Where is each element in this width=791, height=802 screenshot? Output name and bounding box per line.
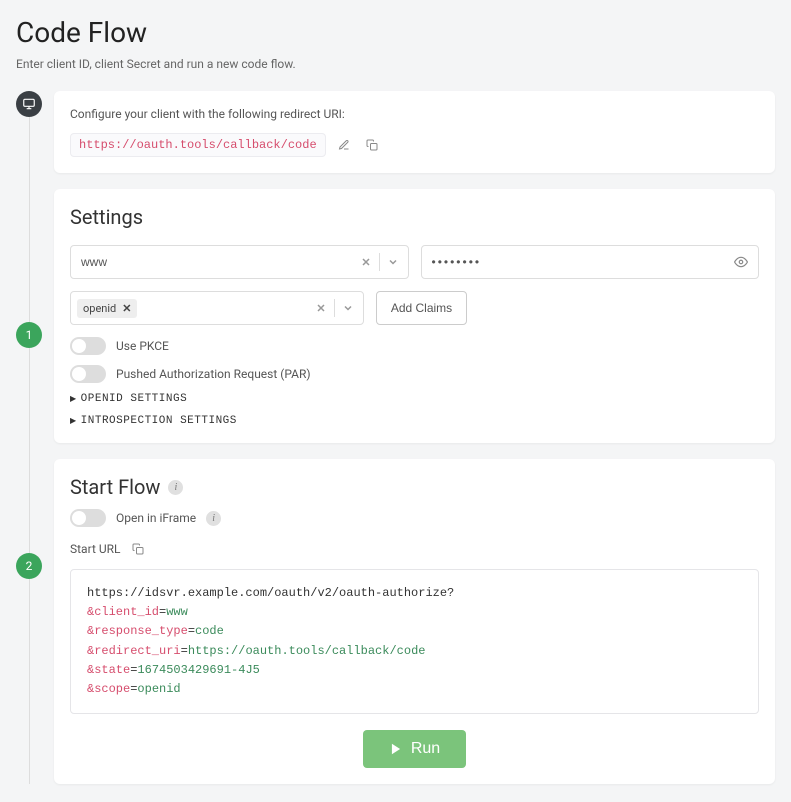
client-secret-field[interactable] (421, 245, 760, 279)
triangle-icon: ▶ (70, 416, 77, 426)
toggle-par-label: Pushed Authorization Request (PAR) (116, 367, 311, 381)
edit-icon[interactable] (334, 135, 354, 155)
client-id-input[interactable] (77, 255, 357, 269)
card-settings: Settings (54, 189, 775, 443)
step-badge-config (16, 91, 42, 117)
eye-icon[interactable] (734, 255, 752, 269)
toggle-par[interactable] (70, 365, 106, 383)
info-icon[interactable]: i (206, 511, 221, 526)
redirect-uri-value: https://oauth.tools/callback/code (70, 133, 326, 157)
toggle-pkce[interactable] (70, 337, 106, 355)
toggle-pkce-label: Use PKCE (116, 339, 169, 353)
configure-hint: Configure your client with the following… (70, 107, 759, 121)
copy-icon[interactable] (362, 135, 382, 155)
page-title: Code Flow (16, 16, 775, 49)
triangle-icon: ▶ (70, 394, 77, 404)
start-url-code: https://idsvr.example.com/oauth/v2/oauth… (70, 569, 759, 714)
scope-select[interactable]: openid ✕ (70, 291, 364, 325)
toggle-iframe-label: Open in iFrame (116, 511, 196, 525)
client-secret-input[interactable] (428, 255, 735, 269)
page-subtitle: Enter client ID, client Secret and run a… (16, 57, 775, 71)
client-id-select[interactable] (70, 245, 409, 279)
remove-tag-icon[interactable]: ✕ (122, 302, 131, 315)
card-start-flow: Start Flow i Open in iFrame i Start URL … (54, 459, 775, 784)
clear-icon[interactable] (357, 253, 375, 271)
expander-introspection-label: INTROSPECTION SETTINGS (81, 415, 237, 427)
chevron-down-icon[interactable] (339, 299, 357, 317)
expander-openid-label: OPENID SETTINGS (81, 393, 188, 405)
settings-title: Settings (70, 205, 759, 229)
copy-icon[interactable] (128, 539, 148, 559)
step-badge-2: 2 (16, 553, 42, 579)
run-button-label: Run (411, 740, 440, 758)
step-badge-1: 1 (16, 322, 42, 348)
monitor-icon (22, 97, 36, 111)
card-configure: Configure your client with the following… (54, 91, 775, 173)
scope-tag-label: openid (83, 302, 116, 315)
add-claims-button[interactable]: Add Claims (376, 291, 467, 325)
expander-introspection[interactable]: ▶ INTROSPECTION SETTINGS (70, 415, 759, 427)
expander-openid[interactable]: ▶ OPENID SETTINGS (70, 393, 759, 405)
clear-icon[interactable] (312, 299, 330, 317)
chevron-down-icon[interactable] (384, 253, 402, 271)
start-flow-title: Start Flow (70, 475, 160, 499)
run-button[interactable]: Run (363, 730, 466, 768)
start-url-label: Start URL (70, 542, 120, 556)
info-icon[interactable]: i (168, 480, 183, 495)
step-rail: 1 2 (16, 91, 42, 784)
toggle-iframe[interactable] (70, 509, 106, 527)
play-icon (389, 742, 403, 756)
scope-tag: openid ✕ (77, 299, 137, 318)
